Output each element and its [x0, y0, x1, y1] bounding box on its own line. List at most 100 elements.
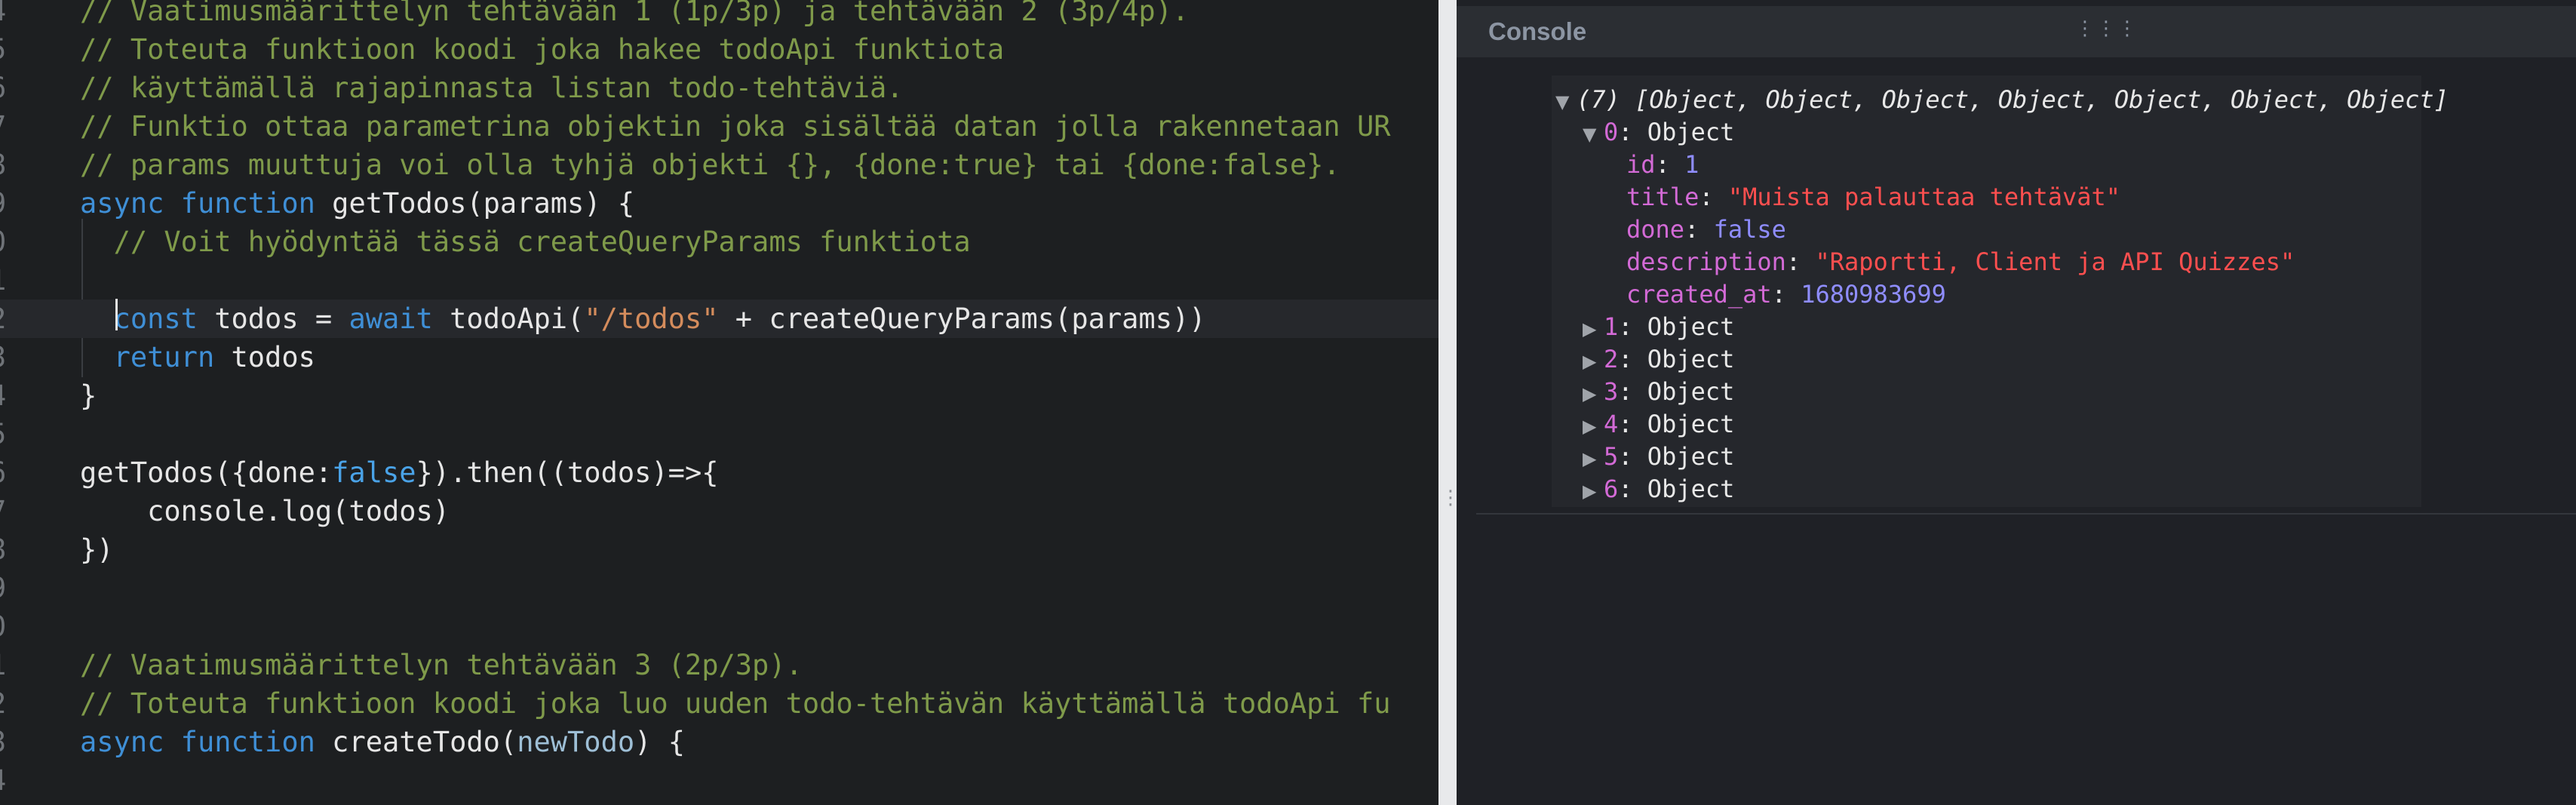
code-line[interactable]: 6 getTodos({done:false}).then((todos)=>{ [0, 453, 1438, 492]
array-item-row[interactable]: ▶ 3: Object [1583, 376, 1734, 408]
code-text: } [80, 376, 97, 415]
code-line[interactable]: 6 // käyttämällä rajapinnasta listan todo… [0, 69, 1438, 107]
code-line[interactable]: 8}) [0, 530, 1438, 569]
code-token: async [80, 726, 164, 758]
line-number: 4 [0, 376, 20, 415]
item-type: Object [1647, 345, 1735, 373]
code-token: // Toteuta funktioon koodi joka luo uude… [80, 687, 1391, 720]
array-item-row[interactable]: ▼ 0: Object [1583, 116, 1734, 149]
code-line[interactable]: 2 // Toteuta funktioon koodi joka luo uud… [0, 684, 1438, 723]
code-line[interactable]: 8 // params muuttuja voi olla tyhjä objek… [0, 146, 1438, 184]
code-text: async function createTodo(newTodo) { [80, 723, 685, 761]
line-number: 6 [0, 69, 20, 107]
expand-arrow-icon[interactable]: ▼ [1583, 118, 1604, 151]
array-item-row[interactable]: ▶ 6: Object [1583, 473, 1734, 505]
item-type: Object [1647, 410, 1735, 438]
code-token: // params muuttuja voi olla tyhjä objekt… [80, 149, 1340, 181]
array-item-row[interactable]: ▶ 1: Object [1583, 311, 1734, 343]
expand-arrow-icon[interactable]: ▶ [1583, 378, 1604, 410]
expand-arrow-icon[interactable]: ▼ [1555, 86, 1577, 118]
code-text: // params muuttuja voi olla tyhjä objekt… [80, 146, 1340, 184]
item-index: 4 [1604, 410, 1619, 438]
property-key: id [1626, 150, 1656, 179]
object-property: id: 1 [1626, 150, 1699, 179]
code-text: return todos [80, 338, 315, 376]
code-line[interactable]: 7 // Funktio ottaa parametrina objektin j… [0, 107, 1438, 146]
property-key: done [1626, 215, 1685, 244]
code-line[interactable]: 0 // Voit hyödyntää tässä createQueryPar… [0, 223, 1438, 261]
property-value: 1680983699 [1801, 280, 1946, 309]
property-value: "Muista palauttaa tehtävät" [1727, 183, 2121, 211]
text-cursor [115, 299, 118, 330]
code-editor[interactable]: 4 // Vaatimusmäärittelyn tehtävään 1 (1p/… [0, 0, 1438, 805]
line-number: 4 [0, 0, 20, 30]
property-key: description [1626, 247, 1786, 276]
code-line[interactable]: 2 const todos = await todoApi("/todos" +… [0, 300, 1438, 338]
code-text: getTodos({done:false}).then((todos)=>{ [80, 453, 719, 492]
item-type: Object [1647, 442, 1735, 471]
line-number: 4 [0, 761, 20, 800]
drag-handle-icon[interactable]: ⋮⋮⋮ [2075, 6, 2138, 51]
code-line[interactable]: 4 [0, 761, 1438, 800]
array-item-row[interactable]: ▶ 2: Object [1583, 343, 1734, 376]
line-number: 7 [0, 492, 20, 530]
expand-arrow-icon[interactable]: ▶ [1583, 346, 1604, 378]
item-index: 1 [1604, 312, 1619, 341]
code-token: }) [80, 533, 114, 566]
line-number: 0 [0, 223, 20, 261]
item-index: 0 [1604, 118, 1619, 146]
code-token: "/todos" [584, 303, 719, 335]
code-token: todos = [197, 303, 349, 335]
item-index: 2 [1604, 345, 1619, 373]
expand-arrow-icon[interactable]: ▶ [1583, 313, 1604, 346]
line-number: 1 [0, 646, 20, 684]
code-token: ) { [634, 726, 685, 758]
code-line[interactable]: 5 [0, 415, 1438, 453]
code-token: } [80, 379, 97, 412]
line-number: 1 [0, 261, 20, 300]
code-line[interactable]: 3 return todos [0, 338, 1438, 376]
line-number: 3 [0, 723, 20, 761]
code-line[interactable]: 4} [0, 376, 1438, 415]
code-line[interactable]: 5 // Toteuta funktioon koodi joka hakee t… [0, 30, 1438, 69]
array-item-row[interactable]: ▶ 5: Object [1583, 441, 1734, 473]
expand-arrow-icon[interactable]: ▶ [1583, 410, 1604, 443]
item-type: Object [1647, 118, 1735, 146]
panel-splitter[interactable] [1438, 0, 1457, 805]
code-token: function [180, 726, 315, 758]
code-line[interactable]: 1 // Vaatimusmäärittelyn tehtävään 3 (2p/… [0, 646, 1438, 684]
code-line[interactable]: 9 async function getTodos(params) { [0, 184, 1438, 223]
line-number: 0 [0, 607, 20, 646]
line-number: 2 [0, 300, 20, 338]
line-number: 5 [0, 30, 20, 69]
line-number: 6 [0, 453, 20, 492]
code-text: // Voit hyödyntää tässä createQueryParam… [80, 223, 971, 261]
code-line[interactable]: 1 [0, 261, 1438, 300]
code-token: false [332, 456, 416, 489]
console-divider [1476, 513, 2576, 515]
code-line[interactable]: 0 [0, 607, 1438, 646]
code-token: // Voit hyödyntää tässä createQueryParam… [113, 226, 971, 258]
code-token: getTodos({done: [80, 456, 333, 489]
code-line[interactable]: 9 [0, 569, 1438, 607]
console-panel: Console ⋮⋮⋮ ▼ (7) [Object, Object, Object… [1457, 0, 2576, 805]
item-type: Object [1647, 377, 1735, 406]
array-summary-row[interactable]: ▼ (7) [Object, Object, Object, Object, Ob… [1555, 84, 2449, 116]
code-token: // Vaatimusmäärittelyn tehtävään 1 (1p/3… [80, 0, 1190, 27]
expand-arrow-icon[interactable]: ▶ [1583, 443, 1604, 475]
line-number: 3 [0, 338, 20, 376]
array-item-row[interactable]: ▶ 4: Object [1583, 408, 1734, 441]
code-token: // käyttämällä rajapinnasta listan todo-… [80, 72, 904, 104]
code-token: // Toteuta funktioon koodi joka hakee to… [80, 33, 1005, 66]
console-title: Console [1488, 17, 1587, 45]
expand-arrow-icon[interactable]: ▶ [1583, 475, 1604, 508]
app-window: 4 // Vaatimusmäärittelyn tehtävään 1 (1p/… [0, 0, 2576, 805]
object-property: done: false [1626, 215, 1786, 244]
code-line[interactable]: 4 // Vaatimusmäärittelyn tehtävään 1 (1p/… [0, 0, 1438, 30]
code-line[interactable]: 7 console.log(todos) [0, 492, 1438, 530]
code-line[interactable]: 3 async function createTodo(newTodo) { [0, 723, 1438, 761]
